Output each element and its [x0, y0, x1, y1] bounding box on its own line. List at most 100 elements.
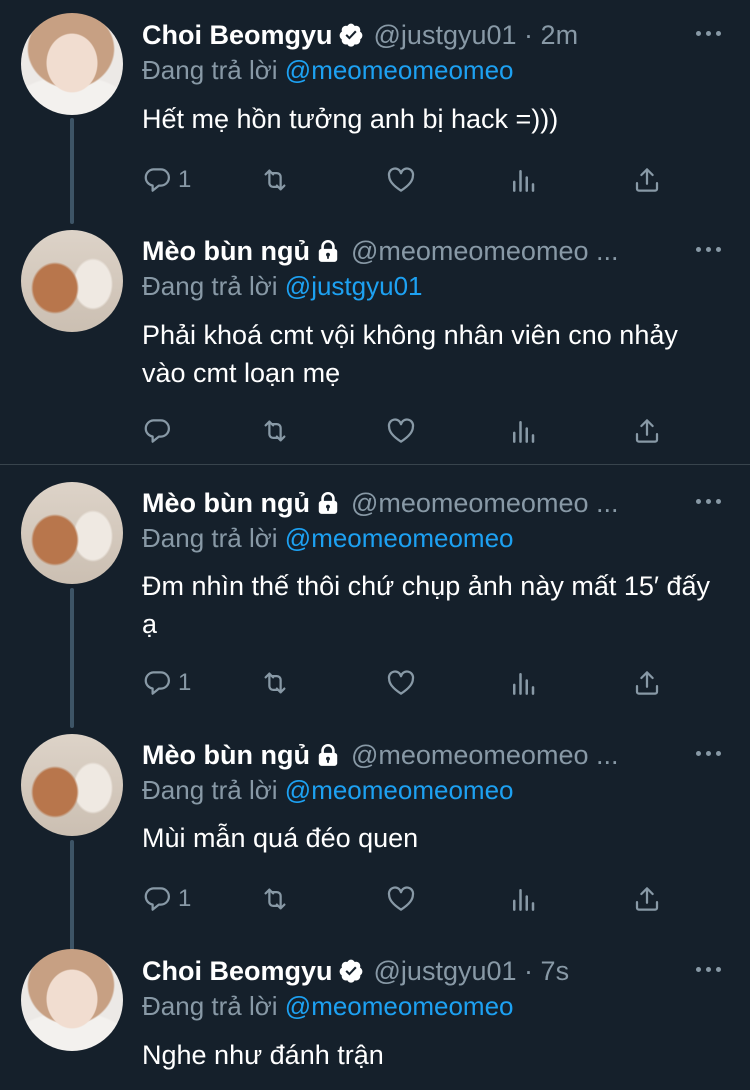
- retweet-button[interactable]: [260, 162, 290, 198]
- author-handle[interactable]: @justgyu01 · 7s: [374, 956, 730, 987]
- tweet-actions: 1: [142, 162, 672, 198]
- reply-count: 1: [178, 166, 192, 193]
- reply-button[interactable]: 1: [142, 162, 191, 198]
- share-button[interactable]: [632, 665, 662, 701]
- tweet-actions: 1: [142, 881, 672, 917]
- lock-icon: [315, 742, 341, 768]
- reply-icon: [144, 887, 170, 911]
- reply-icon: [144, 671, 170, 695]
- share-button[interactable]: [632, 881, 662, 917]
- more-options-icon[interactable]: [696, 751, 722, 757]
- replying-to: Đang trả lời @meomeomeomeo: [142, 775, 514, 805]
- more-options-icon[interactable]: [696, 31, 722, 37]
- tweet-header: Mèo bùn ngủ @meomeomeomeo ...: [142, 738, 730, 772]
- replying-to: Đang trả lời @justgyu01: [142, 271, 423, 301]
- author-name[interactable]: Mèo bùn ngủ: [142, 740, 310, 771]
- author-handle[interactable]: @meomeomeomeo ...: [351, 488, 730, 519]
- tweet-header: Mèo bùn ngủ @meomeomeomeo ...: [142, 486, 730, 520]
- tweet[interactable]: Mèo bùn ngủ @meomeomeomeo ... Đang trả l…: [0, 216, 750, 464]
- tweet[interactable]: Choi Beomgyu @justgyu01 · 7s Đang trả lờ…: [0, 936, 750, 1090]
- analytics-button[interactable]: [508, 881, 538, 917]
- reply-button[interactable]: [142, 413, 178, 449]
- like-button[interactable]: [386, 162, 416, 198]
- tweet[interactable]: Mèo bùn ngủ @meomeomeomeo ... Đang trả l…: [0, 720, 750, 952]
- more-options-icon[interactable]: [696, 499, 722, 505]
- retweet-icon: [264, 420, 286, 442]
- replying-to: Đang trả lời @meomeomeomeo: [142, 55, 514, 85]
- mention-link[interactable]: @meomeomeomeo: [285, 775, 514, 805]
- replying-to: Đang trả lời @meomeomeomeo: [142, 991, 514, 1021]
- reply-button[interactable]: 1: [142, 881, 191, 917]
- share-icon: [635, 671, 659, 695]
- verified-icon: [338, 22, 364, 48]
- avatar[interactable]: [21, 230, 123, 332]
- retweet-icon: [264, 888, 286, 910]
- tweet-text: Mùi mẫn quá đéo quen: [142, 823, 419, 853]
- analytics-icon: [513, 170, 535, 192]
- tweet-header: Choi Beomgyu @justgyu01 · 2m: [142, 18, 730, 52]
- reply-count: 1: [178, 885, 192, 912]
- tweet-header: Mèo bùn ngủ @meomeomeomeo ...: [142, 234, 730, 268]
- tweet-time: 2m: [540, 19, 579, 50]
- more-options-icon[interactable]: [696, 247, 722, 253]
- like-button[interactable]: [386, 881, 416, 917]
- mention-link[interactable]: @meomeomeomeo: [285, 991, 514, 1021]
- author-name[interactable]: Choi Beomgyu: [142, 956, 333, 987]
- avatar[interactable]: [21, 734, 123, 836]
- analytics-icon: [513, 889, 535, 911]
- avatar[interactable]: [21, 949, 123, 1051]
- tweet-text: Hết mẹ hồn tưởng anh bị hack =))): [142, 104, 559, 134]
- thread-line: [70, 588, 74, 728]
- lock-icon: [315, 238, 341, 264]
- author-name[interactable]: Choi Beomgyu: [142, 20, 333, 51]
- lock-icon: [315, 490, 341, 516]
- analytics-button[interactable]: [508, 413, 538, 449]
- reply-icon: [144, 168, 170, 192]
- retweet-button[interactable]: [260, 881, 290, 917]
- divider: [0, 464, 750, 465]
- analytics-icon: [513, 421, 535, 443]
- tweet[interactable]: Choi Beomgyu @justgyu01 · 2m Đang trả lờ…: [0, 0, 750, 224]
- avatar[interactable]: [21, 13, 123, 115]
- replying-to: Đang trả lời @meomeomeomeo: [142, 523, 514, 553]
- share-button[interactable]: [632, 413, 662, 449]
- share-button[interactable]: [632, 162, 662, 198]
- mention-link[interactable]: @justgyu01: [285, 271, 423, 301]
- share-icon: [635, 168, 659, 192]
- author-name[interactable]: Mèo bùn ngủ: [142, 236, 310, 267]
- tweet-actions: 1: [142, 665, 672, 701]
- tweet[interactable]: Mèo bùn ngủ @meomeomeomeo ... Đang trả l…: [0, 468, 750, 728]
- retweet-icon: [264, 169, 286, 191]
- tweet-actions: [142, 413, 672, 449]
- retweet-icon: [264, 672, 286, 694]
- retweet-button[interactable]: [260, 413, 290, 449]
- tweet-header: Choi Beomgyu @justgyu01 · 7s: [142, 954, 730, 988]
- author-handle[interactable]: @meomeomeomeo ...: [351, 236, 730, 267]
- tweet-text: Phải khoá cmt vội không nhân viên cno nh…: [142, 320, 678, 388]
- share-icon: [635, 419, 659, 443]
- avatar[interactable]: [21, 482, 123, 584]
- analytics-icon: [513, 673, 535, 695]
- reply-icon: [144, 419, 170, 443]
- analytics-button[interactable]: [508, 162, 538, 198]
- heart-icon: [387, 886, 415, 911]
- more-options-icon[interactable]: [696, 967, 722, 973]
- tweet-text: Đm nhìn thế thôi chứ chụp ảnh này mất 15…: [142, 571, 710, 639]
- thread-line: [70, 118, 74, 224]
- heart-icon: [387, 670, 415, 695]
- reply-button[interactable]: 1: [142, 665, 191, 701]
- verified-icon: [338, 958, 364, 984]
- author-handle[interactable]: @justgyu01 · 2m: [374, 20, 730, 51]
- author-name[interactable]: Mèo bùn ngủ: [142, 488, 310, 519]
- tweet-text: Nghe như đánh trận: [142, 1040, 384, 1070]
- author-handle[interactable]: @meomeomeomeo ...: [351, 740, 730, 771]
- mention-link[interactable]: @meomeomeomeo: [285, 55, 514, 85]
- mention-link[interactable]: @meomeomeomeo: [285, 523, 514, 553]
- analytics-button[interactable]: [508, 665, 538, 701]
- heart-icon: [387, 167, 415, 192]
- like-button[interactable]: [386, 413, 416, 449]
- like-button[interactable]: [386, 665, 416, 701]
- heart-icon: [387, 418, 415, 443]
- tweet-time: 7s: [540, 955, 570, 986]
- retweet-button[interactable]: [260, 665, 290, 701]
